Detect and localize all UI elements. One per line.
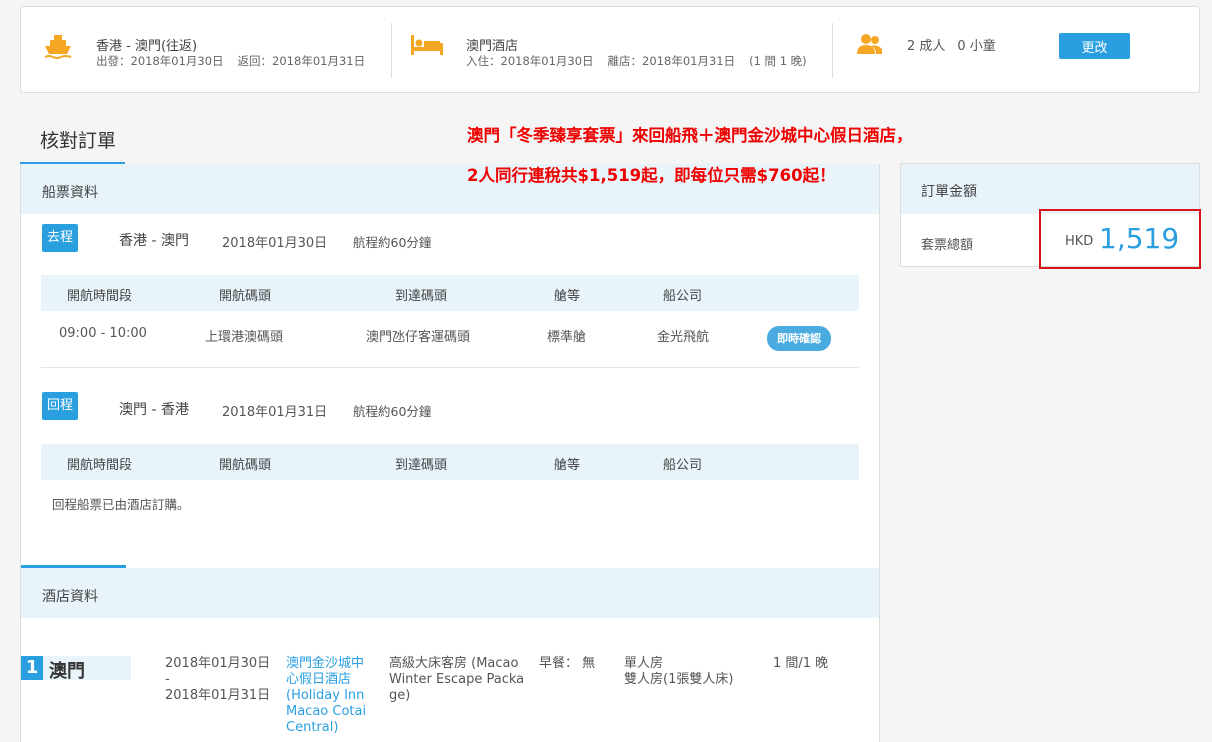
room-config-line: 單人房 xyxy=(624,656,664,671)
ferry-section-title: 船票資料 xyxy=(42,185,98,201)
col-class: 艙等 xyxy=(554,458,581,473)
row-to: 澳門氹仔客運碼頭 xyxy=(366,330,471,345)
col-company: 船公司 xyxy=(663,458,703,473)
bed-icon xyxy=(410,33,444,61)
adult-count: 2 成人 xyxy=(907,39,946,54)
col-depart-pier: 開航碼頭 xyxy=(219,289,272,304)
hotel-summary: 澳門酒店 入住：2018年01月30日 離店：2018年01月31日 (1 間 1 … xyxy=(392,7,832,94)
room-count: 1 間/1 晚 xyxy=(773,656,829,671)
ferry-return-date: 返回：2018年01月31日 xyxy=(237,54,366,68)
outbound-duration: 航程約60分鐘 xyxy=(353,235,432,250)
room-config: 單人房 雙人房(1張雙人床) xyxy=(624,656,733,688)
hotel-checkin: 入住：2018年01月30日 xyxy=(466,54,594,68)
booking-summary-bar: 香港 - 澳門(往返) 出發：2018年01月30日 返回：2018年01月31日… xyxy=(20,6,1200,93)
hotel-dates: 2018年01月30日 - 2018年01月31日 xyxy=(165,656,270,704)
hotel-number: 1 xyxy=(21,656,43,680)
order-total-title: 訂單金額 xyxy=(921,184,977,200)
col-arrive-pier: 到達碼頭 xyxy=(395,458,448,473)
ferry-summary-title: 香港 - 澳門(往返) xyxy=(96,39,198,54)
outbound-route: 香港 - 澳門 xyxy=(119,233,189,249)
hotel-date-from: 2018年01月30日 xyxy=(165,656,271,671)
page-title: 核對訂單 xyxy=(40,130,117,152)
return-date: 2018年01月31日 xyxy=(222,405,328,420)
instant-confirm-badge: 即時確認 xyxy=(767,326,831,351)
change-button[interactable]: 更改 xyxy=(1059,33,1130,59)
col-depart-time: 開航時間段 xyxy=(67,289,133,304)
outbound-badge: 去程 xyxy=(42,224,78,252)
return-table-header: 開航時間段 開航碼頭 到達碼頭 艙等 船公司 xyxy=(41,444,859,480)
hotel-name-line: Central) xyxy=(286,720,339,735)
hotel-city: 澳門 xyxy=(49,661,85,682)
ferry-summary: 香港 - 澳門(往返) 出發：2018年01月30日 返回：2018年01月31日 xyxy=(21,7,391,94)
room-type: 高級大床客房 (Macao Winter Escape Packa ge) xyxy=(389,656,524,704)
outbound-date: 2018年01月30日 xyxy=(222,236,328,251)
hotel-name-line: 澳門金沙城中 xyxy=(286,656,365,671)
col-class: 艙等 xyxy=(554,289,581,304)
hotel-section-header: 酒店資料 xyxy=(21,568,879,618)
hotel-index: 1 澳門 xyxy=(21,656,131,682)
divider xyxy=(41,367,859,368)
room-type-line: ge) xyxy=(389,688,411,703)
row-from: 上環港澳碼頭 xyxy=(205,330,284,345)
hotel-checkout: 離店：2018年01月31日 xyxy=(607,54,736,68)
hotel-name-line: 心假日酒店 xyxy=(286,672,352,687)
room-config-line: 雙人房(1張雙人床) xyxy=(624,672,734,687)
promo-line-2: 2人同行連稅共$1,519起，即每位只需$760起！ xyxy=(467,166,836,185)
col-arrive-pier: 到達碼頭 xyxy=(395,289,448,304)
hotel-date-to: 2018年01月31日 xyxy=(165,688,271,703)
breakfast-info: 早餐： 無 xyxy=(539,656,596,671)
child-count: 0 小童 xyxy=(957,39,996,54)
row-time: 09:00 - 10:00 xyxy=(59,326,147,341)
package-total-label: 套票總額 xyxy=(921,238,974,253)
room-type-line: 高級大床客房 (Macao xyxy=(389,656,519,671)
col-depart-time: 開航時間段 xyxy=(67,458,133,473)
ferry-depart-date: 出發：2018年01月30日 xyxy=(96,54,224,68)
order-total-header: 訂單金額 xyxy=(901,164,1199,214)
hotel-rooms-nights: (1 間 1 晚) xyxy=(749,54,807,68)
col-depart-pier: 開航碼頭 xyxy=(219,458,272,473)
row-company: 金光飛航 xyxy=(657,330,710,345)
room-type-line: Winter Escape Packa xyxy=(389,672,525,687)
hotel-name-link[interactable]: 澳門金沙城中 心假日酒店 (Holiday Inn Macao Cotai Ce… xyxy=(286,656,366,736)
hotel-date-sep: - xyxy=(165,672,170,687)
people-icon xyxy=(857,33,883,59)
hotel-name-line: (Holiday Inn xyxy=(286,688,365,703)
hotel-summary-title: 澳門酒店 xyxy=(466,39,519,54)
promo-line-1: 澳門「冬季臻享套票」來回船飛＋澳門金沙城中心假日酒店， xyxy=(467,126,913,145)
hotel-section-title: 酒店資料 xyxy=(42,589,98,605)
ferry-icon xyxy=(43,31,73,65)
col-company: 船公司 xyxy=(663,289,703,304)
outbound-table-header: 開航時間段 開航碼頭 到達碼頭 艙等 船公司 xyxy=(41,275,859,311)
passenger-count: 2 成人 0 小童 xyxy=(907,35,1008,54)
divider xyxy=(832,23,833,78)
return-badge: 回程 xyxy=(42,392,78,420)
return-route: 澳門 - 香港 xyxy=(119,402,189,418)
highlight-box xyxy=(1039,209,1201,269)
return-duration: 航程約60分鐘 xyxy=(353,404,432,419)
row-class: 標準艙 xyxy=(547,330,587,345)
hotel-name-line: Macao Cotai xyxy=(286,704,367,719)
return-note: 回程船票已由酒店訂購。 xyxy=(52,497,190,512)
